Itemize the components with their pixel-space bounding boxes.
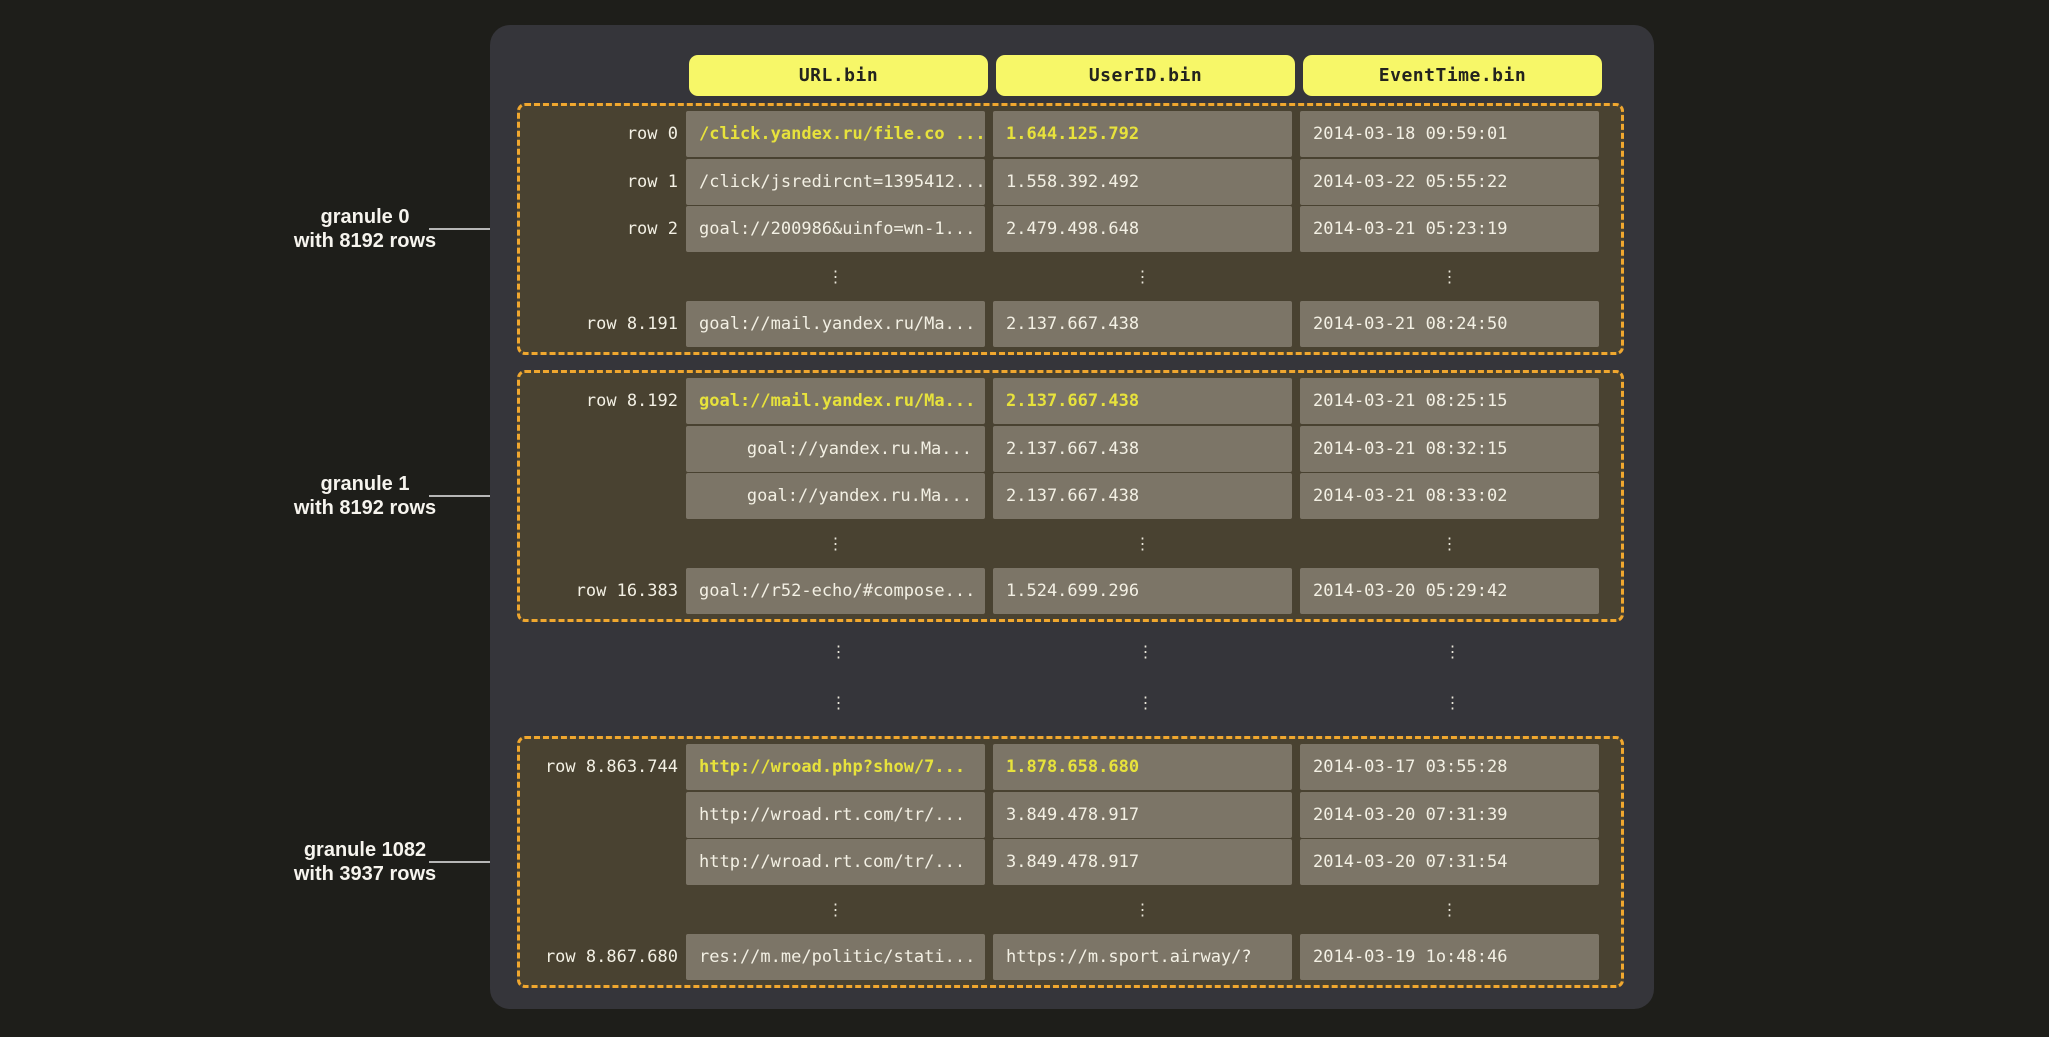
table-row: http://wroad.rt.com/tr/... 3.849.478.917… bbox=[520, 839, 1621, 885]
url-cell: goal://200986&uinfo=wn-1... bbox=[686, 206, 985, 252]
granule-0-box: row 0 /click.yandex.ru/file.co ... 1.644… bbox=[517, 103, 1624, 355]
eventtime-cell: 2014-03-21 08:33:02 bbox=[1300, 473, 1599, 519]
vertical-ellipsis-icon: ⋮ bbox=[1303, 640, 1602, 664]
userid-cell: 2.137.667.438 bbox=[993, 473, 1292, 519]
table-row: row 8.863.744 http://wroad.php?show/7...… bbox=[520, 744, 1621, 790]
url-cell: http://wroad.rt.com/tr/... bbox=[686, 792, 985, 838]
eventtime-cell: 2014-03-21 08:24:50 bbox=[1300, 301, 1599, 347]
vertical-ellipsis-icon: ⋮ bbox=[689, 691, 988, 715]
eventtime-cell: 2014-03-21 05:23:19 bbox=[1300, 206, 1599, 252]
granule-0-annotation-line2: with 8192 rows bbox=[200, 229, 530, 253]
table-row: http://wroad.rt.com/tr/... 3.849.478.917… bbox=[520, 792, 1621, 838]
vertical-ellipsis-icon: ⋮ bbox=[1300, 902, 1599, 918]
url-cell: http://wroad.rt.com/tr/... bbox=[686, 839, 985, 885]
url-cell: goal://mail.yandex.ru/Ma... bbox=[686, 301, 985, 347]
url-cell: /click/jsredircnt=1395412... bbox=[686, 159, 985, 205]
granule-1-annotation-line1: granule 1 bbox=[200, 472, 530, 496]
eventtime-cell: 2014-03-18 09:59:01 bbox=[1300, 111, 1599, 157]
userid-cell: 2.137.667.438 bbox=[993, 301, 1292, 347]
granule-1082-box: row 8.863.744 http://wroad.php?show/7...… bbox=[517, 736, 1624, 988]
eventtime-cell: 2014-03-21 08:25:15 bbox=[1300, 378, 1599, 424]
vertical-ellipsis-icon: ⋮ bbox=[686, 536, 985, 552]
vertical-ellipsis-icon: ⋮ bbox=[993, 902, 1292, 918]
ellipsis-row: ⋮ ⋮ ⋮ bbox=[520, 887, 1621, 933]
eventtime-cell: 2014-03-20 07:31:54 bbox=[1300, 839, 1599, 885]
ellipsis-row: ⋮ ⋮ ⋮ bbox=[520, 521, 1621, 567]
row-index-label: row 16.383 bbox=[520, 581, 678, 601]
table-row: row 8.192 goal://mail.yandex.ru/Ma... 2.… bbox=[520, 378, 1621, 424]
row-index-label: row 1 bbox=[520, 172, 678, 192]
userid-cell: 2.479.498.648 bbox=[993, 206, 1292, 252]
column-header-url: URL.bin bbox=[689, 55, 988, 96]
userid-cell: 3.849.478.917 bbox=[993, 839, 1292, 885]
table-row: row 16.383 goal://r52-echo/#compose... 1… bbox=[520, 568, 1621, 614]
granules-diagram: granule 0 with 8192 rows granule 1 with … bbox=[0, 0, 2049, 1037]
url-cell: res://m.me/politic/stati... bbox=[686, 934, 985, 980]
vertical-ellipsis-icon: ⋮ bbox=[686, 269, 985, 285]
granule-1082-annotation-line2: with 3937 rows bbox=[200, 862, 530, 886]
vertical-ellipsis-icon: ⋮ bbox=[1300, 536, 1599, 552]
url-cell: goal://mail.yandex.ru/Ma... bbox=[686, 378, 985, 424]
url-cell: goal://yandex.ru.Ma... bbox=[686, 473, 985, 519]
row-index-label: row 2 bbox=[520, 219, 678, 239]
vertical-ellipsis-icon: ⋮ bbox=[689, 640, 988, 664]
granule-1-box: row 8.192 goal://mail.yandex.ru/Ma... 2.… bbox=[517, 370, 1624, 622]
row-index-label: row 8.867.680 bbox=[520, 947, 678, 967]
url-cell: /click.yandex.ru/file.co ... bbox=[686, 111, 985, 157]
userid-cell: 1.878.658.680 bbox=[993, 744, 1292, 790]
column-header-eventtime: EventTime.bin bbox=[1303, 55, 1602, 96]
userid-cell: 1.644.125.792 bbox=[993, 111, 1292, 157]
vertical-ellipsis-icon: ⋮ bbox=[993, 536, 1292, 552]
granule-0-annotation-line1: granule 0 bbox=[200, 205, 530, 229]
table-row: row 2 goal://200986&uinfo=wn-1... 2.479.… bbox=[520, 206, 1621, 252]
url-cell: goal://r52-echo/#compose... bbox=[686, 568, 985, 614]
vertical-ellipsis-icon: ⋮ bbox=[686, 902, 985, 918]
eventtime-cell: 2014-03-19 1o:48:46 bbox=[1300, 934, 1599, 980]
eventtime-cell: 2014-03-20 07:31:39 bbox=[1300, 792, 1599, 838]
vertical-ellipsis-icon: ⋮ bbox=[996, 691, 1295, 715]
table-row: goal://yandex.ru.Ma... 2.137.667.438 201… bbox=[520, 426, 1621, 472]
userid-cell: 1.524.699.296 bbox=[993, 568, 1292, 614]
userid-cell: 2.137.667.438 bbox=[993, 378, 1292, 424]
eventtime-cell: 2014-03-20 05:29:42 bbox=[1300, 568, 1599, 614]
table-panel: URL.bin UserID.bin EventTime.bin row 0 /… bbox=[490, 25, 1654, 1009]
eventtime-cell: 2014-03-22 05:55:22 bbox=[1300, 159, 1599, 205]
url-cell: goal://yandex.ru.Ma... bbox=[686, 426, 985, 472]
table-row: goal://yandex.ru.Ma... 2.137.667.438 201… bbox=[520, 473, 1621, 519]
row-index-label: row 0 bbox=[520, 124, 678, 144]
granule-1082-annotation-line1: granule 1082 bbox=[200, 838, 530, 862]
eventtime-cell: 2014-03-21 08:32:15 bbox=[1300, 426, 1599, 472]
row-index-label: row 8.863.744 bbox=[520, 757, 678, 777]
row-index-label: row 8.192 bbox=[520, 391, 678, 411]
column-headers: URL.bin UserID.bin EventTime.bin bbox=[689, 55, 1602, 96]
userid-cell: 1.558.392.492 bbox=[993, 159, 1292, 205]
vertical-ellipsis-icon: ⋮ bbox=[1300, 269, 1599, 285]
row-index-label: row 8.191 bbox=[520, 314, 678, 334]
eventtime-cell: 2014-03-17 03:55:28 bbox=[1300, 744, 1599, 790]
vertical-ellipsis-icon: ⋮ bbox=[1303, 691, 1602, 715]
userid-cell: 3.849.478.917 bbox=[993, 792, 1292, 838]
userid-cell: https://m.sport.airway/? bbox=[993, 934, 1292, 980]
column-header-userid: UserID.bin bbox=[996, 55, 1295, 96]
table-row: row 8.867.680 res://m.me/politic/stati..… bbox=[520, 934, 1621, 980]
table-row: row 1 /click/jsredircnt=1395412... 1.558… bbox=[520, 159, 1621, 205]
between-granules-ellipsis-row: ⋮ ⋮ ⋮ bbox=[689, 691, 1602, 715]
between-granules-ellipsis-row: ⋮ ⋮ ⋮ bbox=[689, 640, 1602, 664]
table-row: row 8.191 goal://mail.yandex.ru/Ma... 2.… bbox=[520, 301, 1621, 347]
vertical-ellipsis-icon: ⋮ bbox=[996, 640, 1295, 664]
userid-cell: 2.137.667.438 bbox=[993, 426, 1292, 472]
url-cell: http://wroad.php?show/7... bbox=[686, 744, 985, 790]
vertical-ellipsis-icon: ⋮ bbox=[993, 269, 1292, 285]
ellipsis-row: ⋮ ⋮ ⋮ bbox=[520, 254, 1621, 300]
granule-1-annotation-line2: with 8192 rows bbox=[200, 496, 530, 520]
table-row: row 0 /click.yandex.ru/file.co ... 1.644… bbox=[520, 111, 1621, 157]
